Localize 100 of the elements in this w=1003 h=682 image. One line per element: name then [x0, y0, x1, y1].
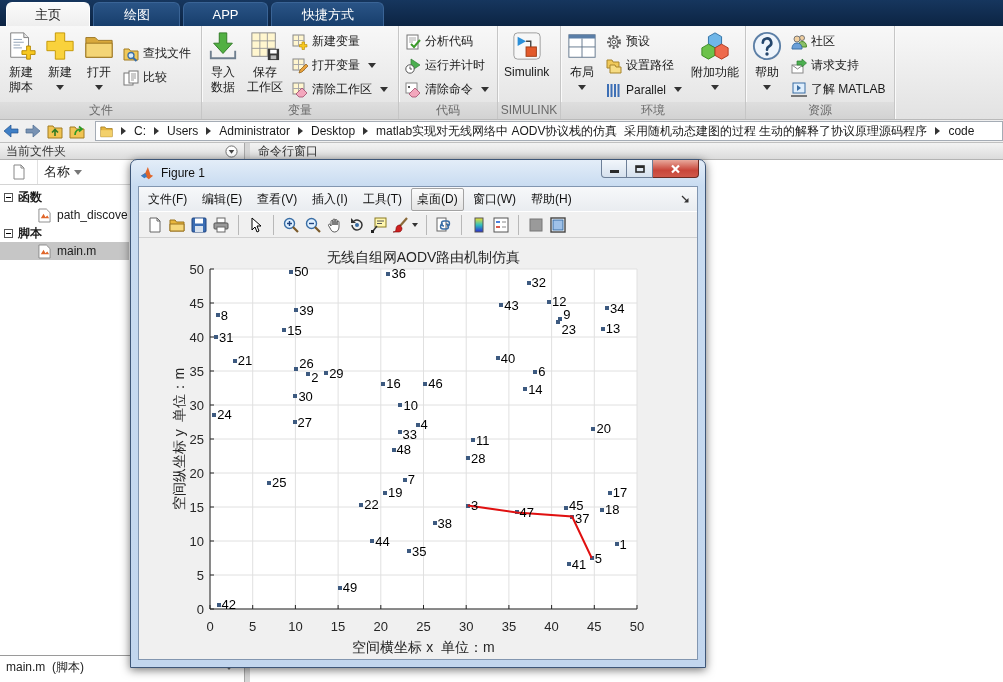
menu-item[interactable]: 工具(T): [356, 187, 408, 211]
path-segment[interactable]: code: [948, 124, 975, 138]
ribbon-tab[interactable]: APP: [183, 2, 268, 26]
circle-caret-icon[interactable]: [225, 144, 238, 158]
triangle-icon[interactable]: [298, 127, 304, 135]
address-field[interactable]: C: Users Administrator Desktop matlab实现对无线网络中 AODV协议栈的仿真 采用随机动态建图的过程 生动的解释了协议原理源码程序 code: [95, 121, 1003, 141]
ribbon-button[interactable]: 分析代码: [402, 29, 492, 54]
tick-label: 35: [189, 363, 204, 379]
group-label: 文件: [0, 102, 201, 119]
ribbon-button[interactable]: 新建: [42, 26, 78, 98]
ribbon-button[interactable]: 新建变量: [289, 29, 391, 54]
ribbon-button[interactable]: 导入 数据: [205, 26, 241, 98]
triangle-icon[interactable]: [154, 127, 159, 135]
ribbon-button[interactable]: 比较: [120, 65, 194, 90]
panel-window-icon[interactable]: [550, 216, 566, 233]
data-tip-icon[interactable]: [371, 216, 387, 233]
triangle-icon[interactable]: [121, 127, 126, 135]
ribbon-button[interactable]: 清除工作区: [289, 77, 391, 102]
brush-icon[interactable]: [393, 216, 409, 233]
ribbon-button[interactable]: Simulink: [501, 26, 553, 98]
ribbon-button[interactable]: 打开: [81, 26, 117, 98]
menu-item[interactable]: 查看(V): [251, 187, 304, 211]
point-label: 26: [299, 356, 314, 372]
tick-label: 0: [206, 619, 214, 634]
plus-icon: [45, 31, 75, 61]
menu-item[interactable]: 文件(F): [142, 187, 194, 211]
folder-icon[interactable]: [169, 216, 185, 233]
path-segment[interactable]: Administrator: [219, 124, 291, 138]
ribbon-button[interactable]: 新建 脚本: [3, 26, 39, 98]
path-segment[interactable]: Users: [167, 124, 199, 138]
data-point: [605, 306, 609, 310]
ribbon-button[interactable]: 运行并计时: [402, 53, 492, 78]
file-icon: [38, 243, 51, 259]
new-document-icon[interactable]: [147, 216, 163, 233]
path-segment[interactable]: C:: [134, 124, 146, 138]
ribbon-tab[interactable]: 快捷方式: [271, 2, 384, 26]
ribbon-button[interactable]: 帮助: [749, 26, 786, 98]
tick-label: 10: [189, 533, 204, 549]
triangle-icon[interactable]: [363, 127, 369, 135]
folder-arrow-icon[interactable]: [69, 123, 85, 139]
menu-item[interactable]: 插入(I): [306, 187, 354, 211]
legend-icon[interactable]: [493, 216, 509, 233]
ribbon-button[interactable]: 查找文件: [120, 41, 194, 66]
save-icon[interactable]: [191, 216, 207, 233]
colorbar-icon[interactable]: [471, 216, 487, 233]
ribbon-button[interactable]: 请求支持: [788, 53, 889, 78]
triangle-icon[interactable]: [935, 127, 941, 135]
hand-icon[interactable]: [327, 216, 343, 233]
tick-label: 25: [189, 431, 204, 447]
menu-item[interactable]: 编辑(E): [196, 187, 249, 211]
arrow-envelope-icon: [791, 57, 808, 74]
data-point: [533, 370, 537, 374]
point-label: 36: [391, 266, 406, 282]
tree-item[interactable]: 函数: [0, 188, 129, 206]
ribbon-button[interactable]: 设置路径: [603, 53, 686, 78]
point-label: 31: [219, 329, 234, 345]
menu-item[interactable]: 帮助(H): [525, 187, 578, 211]
arrow-icon[interactable]: [681, 195, 689, 203]
ribbon-button[interactable]: 保存 工作区: [244, 26, 286, 98]
ribbon-tab[interactable]: 主页: [6, 2, 90, 26]
menu-item[interactable]: 桌面(D): [411, 187, 464, 211]
ribbon-button[interactable]: Parallel: [603, 77, 686, 102]
back-arrow-icon[interactable]: [3, 123, 19, 139]
path-segment[interactable]: matlab实现对无线网络中 AODV协议栈的仿真 采用随机动态建图的过程 生动的解释了协议原理源码程序: [376, 122, 928, 140]
caret-icon[interactable]: [412, 222, 418, 227]
square-icon[interactable]: [528, 216, 544, 233]
folder-search-icon: [123, 45, 139, 62]
ribbon-button[interactable]: 清除命令: [402, 77, 492, 102]
column-header[interactable]: 名称: [38, 161, 88, 183]
tree-item[interactable]: main.m: [0, 242, 129, 260]
rotate-icon[interactable]: [349, 216, 365, 233]
triangle-icon[interactable]: [206, 127, 212, 135]
tick-label: 35: [501, 619, 517, 634]
point-label: 11: [476, 432, 490, 448]
menu-item[interactable]: 窗口(W): [466, 187, 522, 211]
close-button[interactable]: [653, 160, 699, 178]
pointer-icon[interactable]: [248, 216, 264, 233]
print-icon[interactable]: [213, 216, 229, 233]
ribbon-tab[interactable]: 绘图: [93, 2, 180, 26]
maximize-button[interactable]: [627, 160, 653, 178]
ribbon-button[interactable]: 布局: [564, 26, 600, 98]
minus-box-icon[interactable]: [4, 192, 13, 202]
ribbon-button[interactable]: 打开变量: [289, 53, 391, 78]
data-point: [403, 478, 407, 482]
ribbon-button[interactable]: 预设: [603, 29, 686, 54]
tree-item[interactable]: path_discove: [0, 206, 129, 224]
tree-item[interactable]: 脚本: [0, 224, 129, 242]
folder-up-icon[interactable]: [47, 123, 63, 139]
zoom-out-icon[interactable]: [305, 216, 321, 233]
tick-label: 40: [189, 329, 204, 345]
data-point: [471, 438, 475, 442]
link-icon[interactable]: [436, 216, 452, 233]
zoom-in-icon[interactable]: [283, 216, 299, 233]
ribbon-button[interactable]: 了解 MATLAB: [788, 77, 889, 102]
ribbon-button[interactable]: 附加功能: [688, 26, 743, 98]
ribbon-button[interactable]: 社区: [788, 29, 889, 54]
minus-box-icon[interactable]: [4, 228, 13, 238]
minimize-button[interactable]: [601, 160, 627, 178]
forward-arrow-icon[interactable]: [25, 123, 41, 139]
path-segment[interactable]: Desktop: [311, 124, 356, 138]
